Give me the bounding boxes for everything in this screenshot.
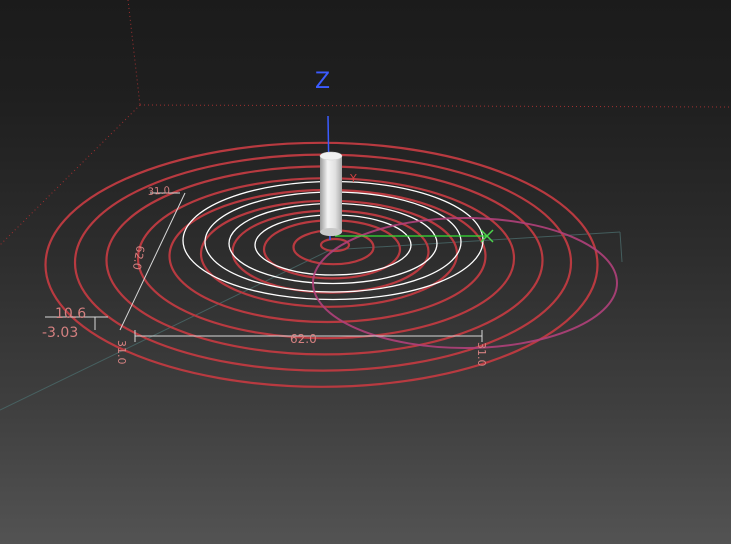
3d-viewport[interactable]: Z Y 62.0 31.0 62.0 10.6 -3.03 31.0 31.0 <box>0 0 731 544</box>
offset-label-2: -3.03 <box>42 325 78 341</box>
y-axis-marker: Y <box>349 172 357 185</box>
height-dimension-label: 31.0 <box>147 185 170 198</box>
right-tick-label: 31.0 <box>475 342 488 367</box>
left-tick-label: 31.0 <box>115 340 128 365</box>
tool-cylinder[interactable] <box>319 151 343 236</box>
diameter-dimension-label: 62.0 <box>290 332 317 346</box>
depth-dimension-label: 62.0 <box>130 244 147 270</box>
z-axis-label: Z <box>315 69 330 94</box>
offset-label-1: 10.6 <box>55 306 86 322</box>
